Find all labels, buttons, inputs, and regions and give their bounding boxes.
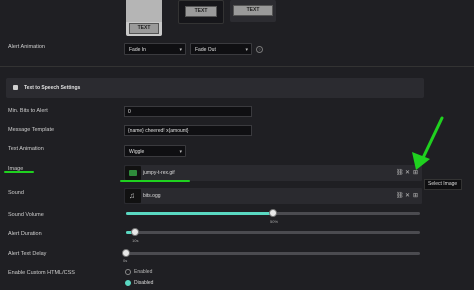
alert-text-delay-value: 0s: [123, 258, 128, 263]
animation-thumb-3[interactable]: TEXT: [230, 0, 276, 22]
chevron-down-icon: ▾: [245, 47, 248, 53]
message-template-label: Message Template: [8, 127, 55, 133]
tooltip-text: Select Image: [428, 181, 458, 187]
chevron-down-icon: ▾: [179, 47, 182, 53]
divider: [0, 66, 474, 67]
alert-duration-value: 10s: [132, 238, 139, 243]
sound-thumbnail: ♫: [125, 189, 141, 203]
animation-thumb-2[interactable]: TEXT: [178, 0, 224, 24]
sound-file-row[interactable]: ♫ bits.ogg ⛓ ✕ ⊞: [124, 188, 422, 204]
radio-enabled[interactable]: [125, 269, 131, 275]
tts-section-label: Text to Speech Settings: [24, 85, 81, 91]
trex-icon: [129, 170, 137, 176]
thumb-text: TEXT: [233, 5, 273, 16]
sound-filename: bits.ogg: [143, 193, 161, 199]
alert-duration-slider[interactable]: [126, 228, 420, 236]
sound-volume-label: Sound Volume: [8, 212, 44, 218]
image-label-underline: [4, 171, 34, 173]
min-bits-input[interactable]: 0: [124, 106, 252, 117]
alert-duration-label: Alert Duration: [8, 231, 42, 237]
text-animation-select[interactable]: Wiggle ▾: [124, 145, 186, 157]
animation-out-select[interactable]: Fade Out ▾: [190, 43, 252, 55]
sound-label: Sound: [8, 190, 24, 196]
help-icon[interactable]: ?: [256, 46, 263, 53]
min-bits-label: Min. Bits to Alert: [8, 108, 48, 114]
radio-enabled-label: Enabled: [134, 269, 153, 275]
image-thumbnail: [125, 166, 141, 180]
thumb-text: TEXT: [129, 23, 159, 34]
grid-icon[interactable]: ⊞: [413, 192, 418, 200]
close-icon[interactable]: ✕: [405, 192, 410, 200]
thumb-text: TEXT: [185, 6, 217, 17]
animation-in-value: Fade In: [129, 47, 146, 53]
tts-section-header[interactable]: Text to Speech Settings: [6, 78, 424, 98]
animation-in-select[interactable]: Fade In ▾: [124, 43, 186, 55]
chevron-down-icon: ▾: [179, 149, 182, 155]
annotation-arrow: [412, 116, 444, 170]
slider-handle[interactable]: [122, 249, 130, 257]
radio-disabled-label: Disabled: [134, 280, 154, 286]
link-icon[interactable]: ⛓: [396, 192, 404, 200]
alert-animation-label: Alert Animation: [8, 44, 45, 50]
sound-volume-value: 50%: [270, 219, 279, 224]
animation-out-value: Fade Out: [195, 47, 216, 53]
music-note-icon: ♫: [129, 191, 135, 200]
slider-fill: [126, 212, 273, 215]
slider-handle[interactable]: [269, 209, 277, 217]
tts-checkbox[interactable]: [13, 85, 18, 90]
alert-text-delay-label: Alert Text Delay: [8, 251, 47, 257]
radio-disabled[interactable]: [125, 280, 131, 286]
text-animation-value: Wiggle: [129, 149, 145, 155]
custom-html-label: Enable Custom HTML/CSS: [8, 270, 75, 276]
select-image-tooltip: Select Image: [424, 179, 462, 190]
alert-text-delay-slider[interactable]: [122, 249, 420, 257]
animation-thumb-1[interactable]: TEXT: [126, 0, 162, 36]
text-animation-label: Text Animation: [8, 146, 44, 152]
image-filename: jumpy-t-rex.gif: [143, 170, 175, 176]
message-template-input[interactable]: {name} cheered! x{amount}: [124, 125, 252, 136]
slider-handle[interactable]: [131, 228, 139, 236]
image-placeholder-icon: [126, 0, 162, 22]
sound-volume-slider[interactable]: [126, 209, 420, 217]
image-file-row[interactable]: jumpy-t-rex.gif ⛓ ✕ ⊞: [120, 165, 422, 182]
